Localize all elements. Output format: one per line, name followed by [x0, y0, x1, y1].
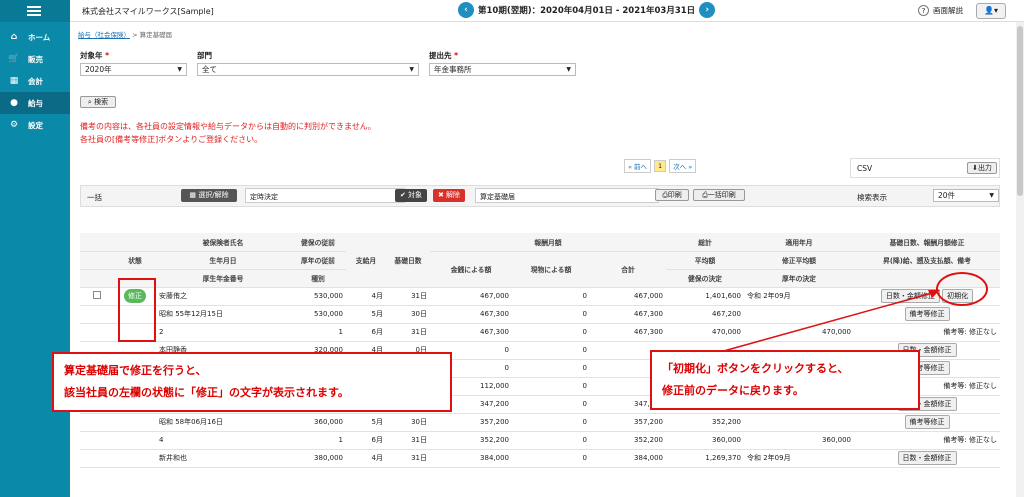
calculator-icon: ▦: [9, 76, 19, 86]
annotation-arrow: [719, 290, 940, 353]
period-label: 第10期(翌期)：2020年04月01日 - 2021年03月31日: [478, 6, 696, 16]
callout-line: 算定基礎届で修正を行うと、: [64, 364, 207, 377]
help-link[interactable]: ? 画面解説: [918, 5, 963, 16]
hamburger-menu-icon[interactable]: [27, 6, 41, 16]
callout-reset-explanation: 「初期化」ボタンをクリックすると、 修正前のデータに戻ります。: [650, 350, 920, 410]
sidebar: ⌂ ホーム 🛒 販売 ▦ 会計 ● 給与 ⚙ 設定: [0, 0, 70, 497]
scrollbar[interactable]: [1016, 22, 1024, 497]
sidebar-item-label: ホーム: [28, 32, 51, 42]
callout-line: 「初期化」ボタンをクリックすると、: [662, 362, 849, 375]
user-menu-button[interactable]: 👤▾: [976, 3, 1006, 19]
question-icon: ?: [918, 5, 929, 16]
next-period-icon[interactable]: ›: [699, 2, 716, 18]
scrollbar-thumb[interactable]: [1017, 26, 1023, 196]
sidebar-item-settings[interactable]: ⚙ 設定: [0, 114, 70, 136]
sidebar-item-label: 会計: [28, 76, 43, 86]
arrow-line: [719, 291, 937, 353]
sidebar-item-label: 設定: [28, 120, 43, 130]
main-content: 給与（社会保険） > 算定基礎届 対象年 * 2020年 ▼ 部門 全て ▼ 提出先…: [52, 22, 1016, 497]
sidebar-item-label: 給与: [28, 98, 43, 108]
sidebar-item-sales[interactable]: 🛒 販売: [0, 48, 70, 70]
gear-icon: ⚙: [9, 120, 19, 130]
money-bag-icon: ●: [10, 98, 18, 108]
callout-line: 該当社員の左欄の状態に「修正」の文字が表示されます。: [64, 386, 349, 399]
sidebar-item-label: 販売: [28, 54, 43, 64]
sidebar-item-home[interactable]: ⌂ ホーム: [0, 26, 70, 48]
sidebar-item-accounting[interactable]: ▦ 会計: [0, 70, 70, 92]
callout-line: 修正前のデータに戻ります。: [662, 384, 804, 397]
help-label: 画面解説: [933, 6, 963, 15]
sidebar-header: [0, 0, 70, 22]
cart-icon: 🛒: [8, 54, 20, 64]
period-selector: ‹ 第10期(翌期)：2020年04月01日 - 2021年03月31日 ›: [458, 2, 716, 18]
top-bar: 株式会社スマイルワークス[Sample] ‹ 第10期(翌期)：2020年04月…: [70, 0, 1024, 22]
company-name: 株式会社スマイルワークス[Sample]: [82, 7, 214, 16]
callout-status-explanation: 算定基礎届で修正を行うと、該当社員の左欄の状態に「修正」の文字が表示されます。: [52, 352, 452, 412]
prev-period-icon[interactable]: ‹: [458, 2, 474, 18]
sidebar-item-payroll[interactable]: ● 給与: [0, 92, 70, 114]
home-icon: ⌂: [10, 32, 18, 42]
